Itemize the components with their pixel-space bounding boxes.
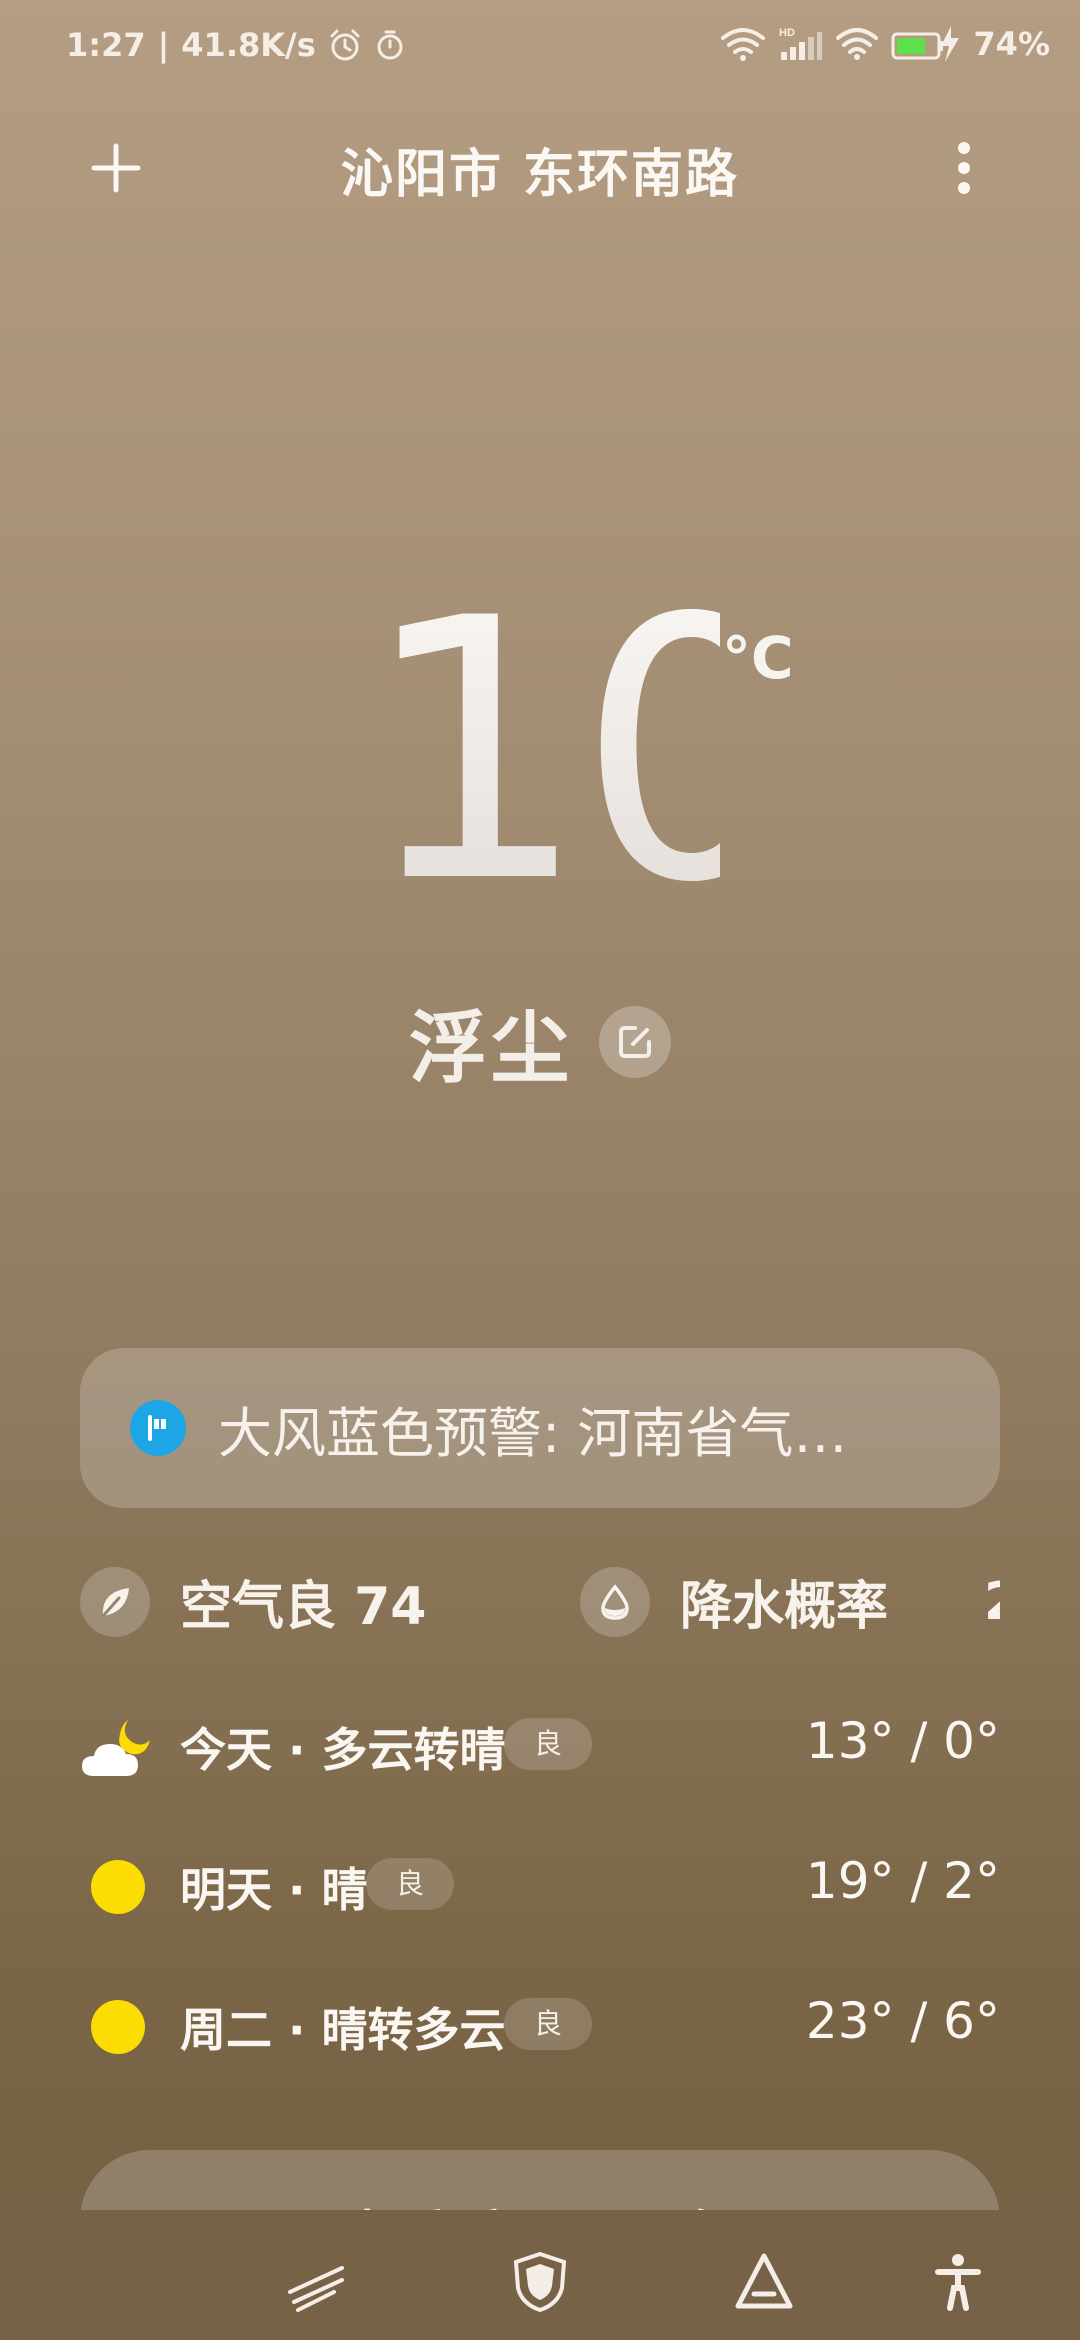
location-title[interactable]: 沁阳市 东环南路 (200, 132, 880, 207)
water-drop-icon (580, 1566, 650, 1637)
weather-condition: 浮尘 (408, 1004, 573, 1094)
forecast-temps: 19° / 2° (805, 1852, 1000, 1910)
condition-row: 浮尘 (0, 992, 1080, 1094)
forecast-row-today[interactable]: 今天 · 多云转晴 良 13° / 0° (80, 1702, 1000, 1792)
plus-icon (91, 143, 141, 193)
forecast-day-label: 今天 · 多云转晴 (180, 1723, 506, 1777)
precipitation-value: 2 (984, 1572, 1000, 1632)
wifi-icon (835, 27, 879, 61)
battery-percent: 74% (973, 25, 1050, 63)
sunny-icon (80, 1992, 156, 2062)
add-city-button[interactable] (86, 138, 146, 198)
sunny-icon (80, 1852, 156, 1922)
status-divider: | (157, 26, 170, 64)
shield-icon[interactable] (508, 2250, 572, 2314)
alert-text: 大风蓝色预警: 河南省气… (218, 1401, 848, 1465)
cellular-signal-icon: HD (779, 26, 823, 62)
signal-tag: HD (779, 27, 795, 39)
weather-screen: 1:27 | 41.8K/s HD 74% 沁阳市 东环南路 10 °C 浮尘 … (0, 0, 1080, 2340)
temperature-unit: °C (722, 624, 794, 692)
header: 沁阳市 东环南路 (0, 116, 1080, 216)
forecast-day-label: 周二 · 晴转多云 (180, 2003, 506, 2057)
current-temperature: 10 °C (0, 572, 1080, 932)
more-vertical-icon (958, 142, 970, 194)
speed-lines-icon[interactable] (284, 2250, 348, 2314)
precipitation-text: 降水概率 (680, 1577, 889, 1637)
status-bar: 1:27 | 41.8K/s HD 74% (0, 0, 1080, 96)
forecast-day-label: 明天 · 晴 (180, 1863, 368, 1917)
weather-alert-card[interactable]: 大风蓝色预警: 河南省气… (80, 1348, 1000, 1508)
forecast-temps: 23° / 6° (805, 1992, 1000, 2050)
aqi-badge: 良 (366, 1858, 455, 1910)
alarm-icon (328, 28, 362, 62)
air-quality-item[interactable]: 空气良 74 (80, 1564, 426, 1639)
edit-condition-button[interactable] (599, 1006, 671, 1078)
forecast-row-tomorrow[interactable]: 明天 · 晴 良 19° / 2° (80, 1842, 1000, 1932)
wifi-hotspot-icon (719, 26, 767, 62)
triangle-logo-icon[interactable] (732, 2250, 796, 2314)
leaf-icon (80, 1566, 150, 1637)
air-quality-text: 空气良 74 (180, 1577, 427, 1637)
battery-charging-icon (891, 24, 961, 64)
status-time: 1:27 (66, 26, 146, 64)
status-network-speed: 41.8K/s (181, 26, 316, 64)
edit-icon (619, 1026, 651, 1058)
aqi-badge: 良 (504, 1998, 593, 2050)
status-left: 1:27 | 41.8K/s (66, 26, 406, 64)
info-row[interactable]: 空气良 74 降水概率 2 (0, 1564, 1000, 1648)
aqi-badge: 良 (504, 1718, 593, 1770)
alert-flag-icon (130, 1400, 186, 1456)
timer-icon (374, 29, 406, 61)
bottom-bar (0, 2210, 1080, 2340)
more-options-button[interactable] (942, 136, 986, 200)
forecast-row-tuesday[interactable]: 周二 · 晴转多云 良 23° / 6° (80, 1982, 1000, 2072)
accessibility-icon[interactable] (926, 2250, 990, 2314)
partly-cloudy-night-icon (80, 1712, 156, 1782)
forecast-temps: 13° / 0° (805, 1712, 1000, 1770)
status-right: HD 74% (719, 24, 1050, 64)
temperature-value: 10 (360, 542, 806, 961)
precipitation-item[interactable]: 降水概率 2 (580, 1564, 1000, 1639)
